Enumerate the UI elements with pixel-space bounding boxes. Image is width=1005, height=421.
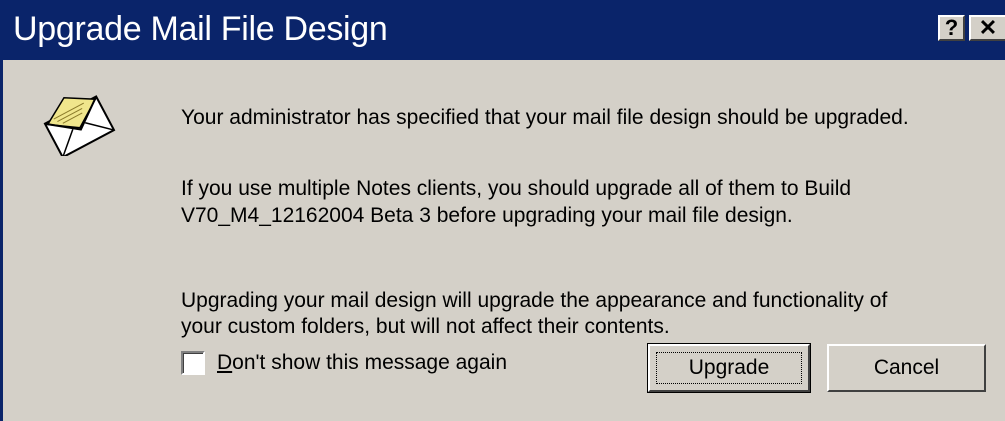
dont-show-again-checkbox[interactable] <box>181 351 205 375</box>
dont-show-again-row[interactable]: Don't show this message again <box>181 348 507 378</box>
message-upgrade-effect-line2: your custom folders, but will not affect… <box>181 315 670 338</box>
upgrade-button[interactable]: Upgrade <box>647 343 811 393</box>
label-text: on't show this message again <box>232 351 508 374</box>
help-button[interactable]: ? <box>938 15 965 41</box>
message-multiple-clients-line1: If you use multiple Notes clients, you s… <box>181 177 852 200</box>
dialog-title: Upgrade Mail File Design <box>13 10 388 48</box>
envelope-icon <box>43 95 116 156</box>
dont-show-again-label[interactable]: Don't show this message again <box>217 350 507 376</box>
message-upgrade-effect-line1: Upgrading your mail design will upgrade … <box>181 289 888 312</box>
message-admin: Your administrator has specified that yo… <box>181 106 909 129</box>
close-button[interactable]: ✕ <box>969 15 1005 41</box>
cancel-button-label: Cancel <box>873 356 940 379</box>
upgrade-button-label: Upgrade <box>688 356 770 379</box>
close-icon: ✕ <box>978 15 998 40</box>
title-bar[interactable]: Upgrade Mail File Design ? ✕ <box>3 0 1005 60</box>
upgrade-mail-dialog: Upgrade Mail File Design ? ✕ Your admini… <box>0 0 1005 421</box>
cancel-button[interactable]: Cancel <box>827 344 986 392</box>
help-icon: ? <box>944 15 959 40</box>
message-multiple-clients-line2: V70_M4_12162004 Beta 3 before upgrading … <box>181 204 793 227</box>
access-key: D <box>217 351 233 374</box>
